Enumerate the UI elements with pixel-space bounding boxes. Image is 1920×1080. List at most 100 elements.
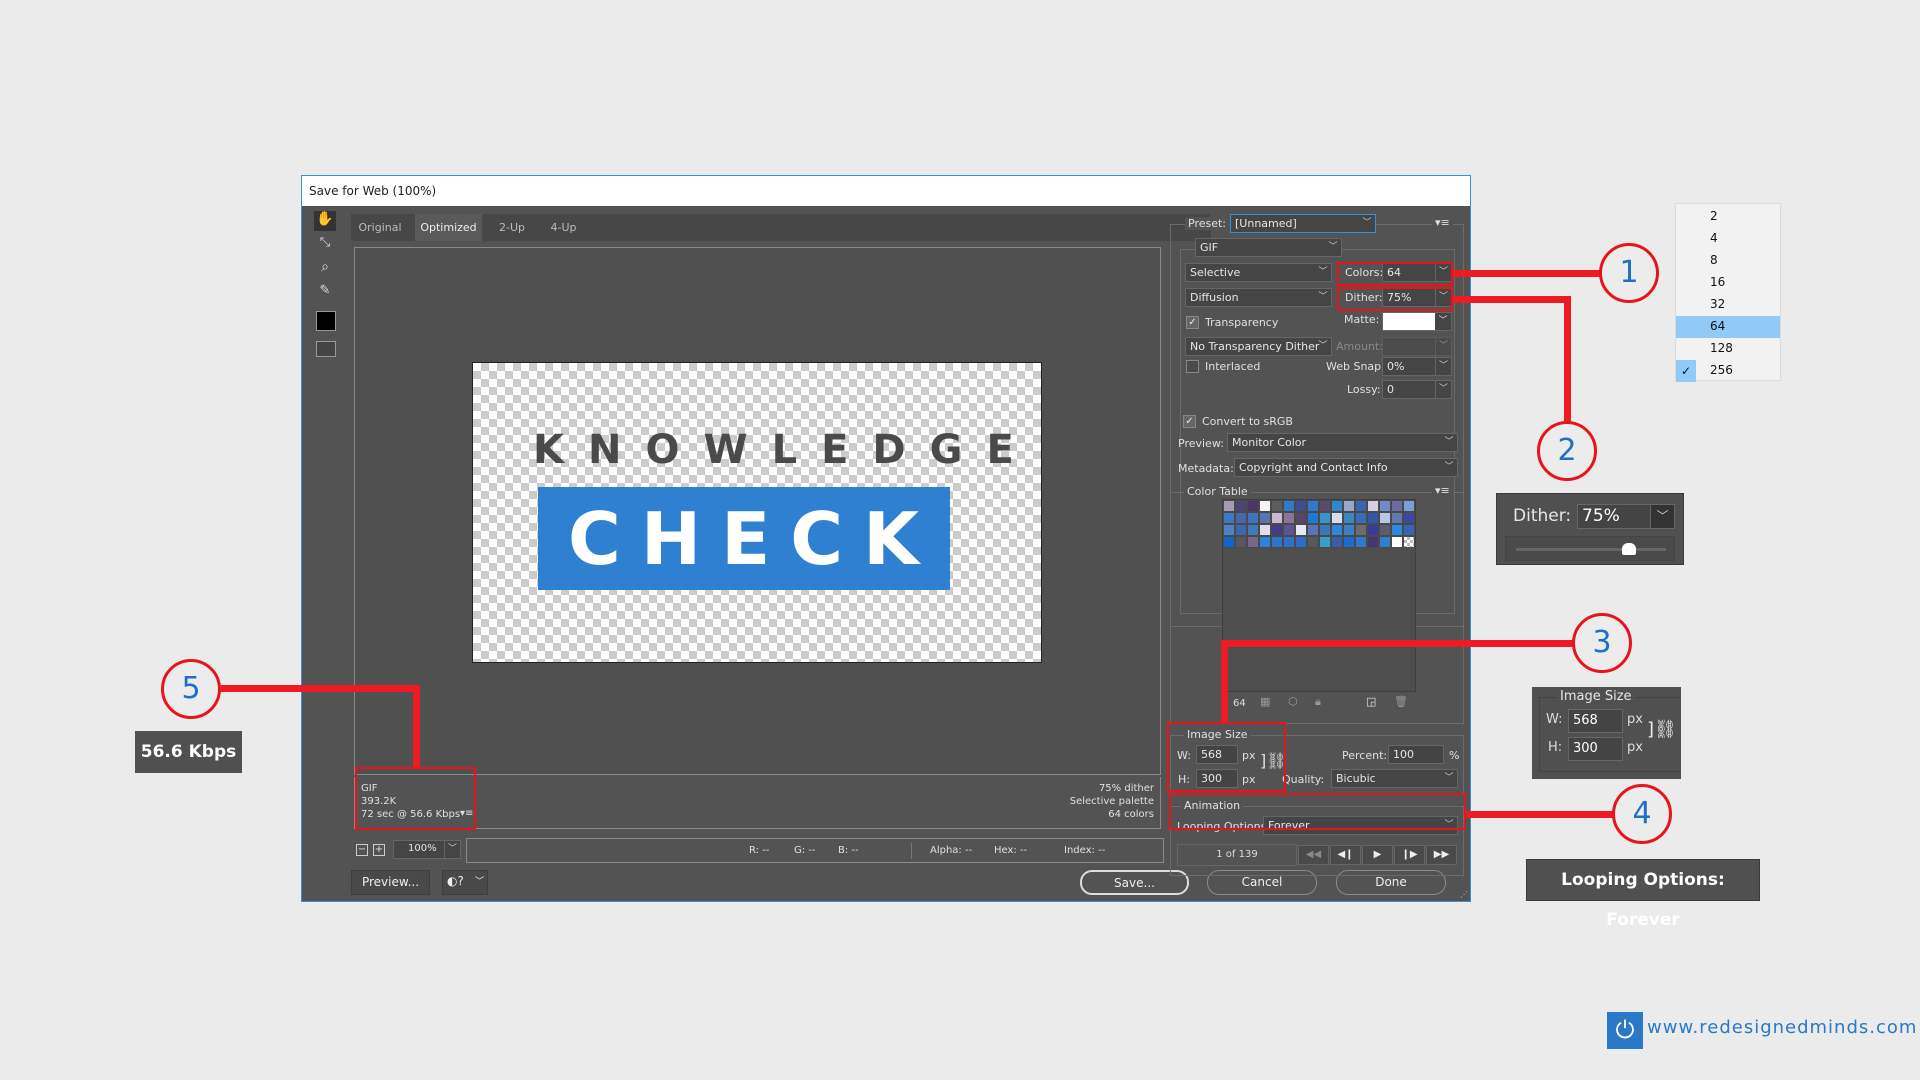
metadata-select[interactable]: Copyright and Contact Info ﹀ (1234, 458, 1458, 477)
color-swatch[interactable] (1223, 512, 1235, 524)
menu-item-colors-64[interactable]: 64 (1676, 316, 1780, 338)
color-swatch[interactable] (1319, 500, 1331, 512)
color-swatch[interactable] (1367, 536, 1379, 548)
color-swatch[interactable] (1247, 512, 1259, 524)
color-swatch[interactable] (1223, 524, 1235, 536)
color-swatch[interactable] (1331, 524, 1343, 536)
dither-inset-field[interactable]: 75% (1577, 504, 1651, 529)
color-swatch[interactable] (1319, 524, 1331, 536)
inset-height-field[interactable]: 300 (1568, 737, 1623, 761)
color-swatch[interactable] (1247, 500, 1259, 512)
color-swatch[interactable] (1355, 512, 1367, 524)
color-swatch[interactable] (1355, 536, 1367, 548)
lossy-select[interactable]: 0 ﹀ (1382, 380, 1452, 399)
color-swatch[interactable] (1379, 536, 1391, 548)
map-transparent-icon[interactable]: ▦ (1260, 695, 1270, 708)
color-swatch[interactable] (1391, 500, 1403, 512)
tab-optimized[interactable]: Optimized (415, 214, 482, 241)
color-table[interactable] (1222, 499, 1416, 692)
chevron-down-icon[interactable]: ﹀ (1650, 504, 1675, 529)
interlaced-checkbox[interactable] (1186, 360, 1199, 373)
color-swatch[interactable] (1331, 536, 1343, 548)
color-swatch[interactable] (1247, 536, 1259, 548)
color-swatch[interactable] (1283, 536, 1295, 548)
color-swatch[interactable] (1379, 524, 1391, 536)
slice-select-icon[interactable]: ⤡ (314, 235, 336, 255)
last-frame-button[interactable]: ▶▶ (1426, 845, 1457, 865)
zoom-in-button[interactable]: + (373, 844, 385, 856)
first-frame-button[interactable]: ◀◀ (1298, 845, 1329, 865)
eyedropper-icon[interactable]: ✎ (314, 283, 336, 303)
color-swatch[interactable] (1283, 500, 1295, 512)
zoom-select[interactable]: 100% ﹀ (393, 840, 461, 859)
percent-field[interactable]: 100 (1388, 745, 1444, 764)
trash-icon[interactable]: 🗑︎ (1394, 695, 1408, 708)
color-swatch[interactable] (1331, 512, 1343, 524)
color-swatch[interactable] (1235, 512, 1247, 524)
color-swatch[interactable] (1355, 500, 1367, 512)
color-swatch[interactable] (1259, 512, 1271, 524)
color-swatch[interactable] (1355, 524, 1367, 536)
color-swatch[interactable] (1307, 524, 1319, 536)
color-swatch[interactable] (1259, 536, 1271, 548)
color-swatch[interactable] (1271, 524, 1283, 536)
color-swatch[interactable] (1391, 536, 1403, 548)
tab-2up[interactable]: 2-Up (488, 214, 536, 241)
color-table-menu-icon[interactable]: ▾≡ (1432, 484, 1453, 497)
dither-algorithm-select[interactable]: Diffusion ﹀ (1185, 288, 1332, 307)
color-swatch[interactable] (1223, 536, 1235, 548)
color-swatch[interactable] (1319, 512, 1331, 524)
play-button[interactable]: ▶ (1362, 845, 1393, 865)
tab-original[interactable]: Original (351, 214, 409, 241)
color-swatch[interactable] (1343, 512, 1355, 524)
color-swatch[interactable] (1295, 536, 1307, 548)
format-select[interactable]: GIF ﹀ (1195, 238, 1342, 257)
color-swatch[interactable] (1403, 512, 1415, 524)
color-swatch[interactable] (1259, 500, 1271, 512)
color-swatch[interactable] (1367, 524, 1379, 536)
menu-item-colors-128[interactable]: 128 (1676, 338, 1780, 360)
color-swatch[interactable] (1235, 536, 1247, 548)
color-swatch[interactable] (1367, 512, 1379, 524)
color-swatch[interactable] (1403, 500, 1415, 512)
preset-menu-icon[interactable]: ▾≡ (1432, 216, 1453, 229)
web-shift-icon[interactable]: ⬡ (1288, 695, 1298, 708)
color-swatch[interactable] (1235, 500, 1247, 512)
browser-preview-button[interactable]: ◐? ﹀ (442, 870, 488, 895)
color-swatch[interactable] (1343, 536, 1355, 548)
color-swatch[interactable] (1331, 500, 1343, 512)
color-swatch[interactable] (1391, 524, 1403, 536)
color-swatch[interactable] (1271, 500, 1283, 512)
websnap-select[interactable]: 0% ﹀ (1382, 357, 1452, 376)
color-swatch[interactable] (1379, 500, 1391, 512)
new-color-icon[interactable]: ◲ (1366, 695, 1376, 708)
color-swatch[interactable] (1319, 536, 1331, 548)
slider-thumb[interactable] (1621, 543, 1636, 555)
color-swatch[interactable] (1343, 500, 1355, 512)
lock-icon[interactable]: 🔒︎ (1315, 695, 1321, 709)
zoom-icon[interactable]: ⌕ (314, 259, 336, 279)
reduction-select[interactable]: Selective ﹀ (1185, 263, 1332, 282)
menu-item-colors-16[interactable]: 16 (1676, 272, 1780, 294)
transparency-dither-select[interactable]: No Transparency Dither ﹀ (1185, 337, 1332, 356)
previous-frame-button[interactable]: ◀❙ (1330, 845, 1361, 865)
tab-4up[interactable]: 4-Up (542, 214, 585, 241)
preset-select[interactable]: [Unnamed] ﹀ (1230, 214, 1376, 233)
quality-select[interactable]: Bicubic ﹀ (1331, 769, 1458, 788)
color-swatch[interactable] (1307, 500, 1319, 512)
color-swatch[interactable] (1247, 524, 1259, 536)
menu-item-colors-32[interactable]: 32 (1676, 294, 1780, 316)
color-swatch[interactable] (1283, 524, 1295, 536)
color-swatch[interactable] (1391, 512, 1403, 524)
srgb-checkbox[interactable]: ✓ (1183, 415, 1196, 428)
toggle-slices-icon[interactable] (316, 341, 336, 357)
next-frame-button[interactable]: ❙▶ (1394, 845, 1425, 865)
color-swatch[interactable] (1283, 512, 1295, 524)
color-swatch[interactable] (1307, 536, 1319, 548)
menu-item-colors-4[interactable]: 4 (1676, 228, 1780, 250)
preview-canvas[interactable]: KNOWLEDGE CHECK (354, 247, 1161, 775)
hand-icon[interactable]: ✋ (314, 211, 336, 231)
menu-item-colors-256[interactable]: 256 ✓ (1676, 360, 1780, 382)
color-swatch[interactable] (1379, 512, 1391, 524)
color-swatch[interactable] (1307, 512, 1319, 524)
